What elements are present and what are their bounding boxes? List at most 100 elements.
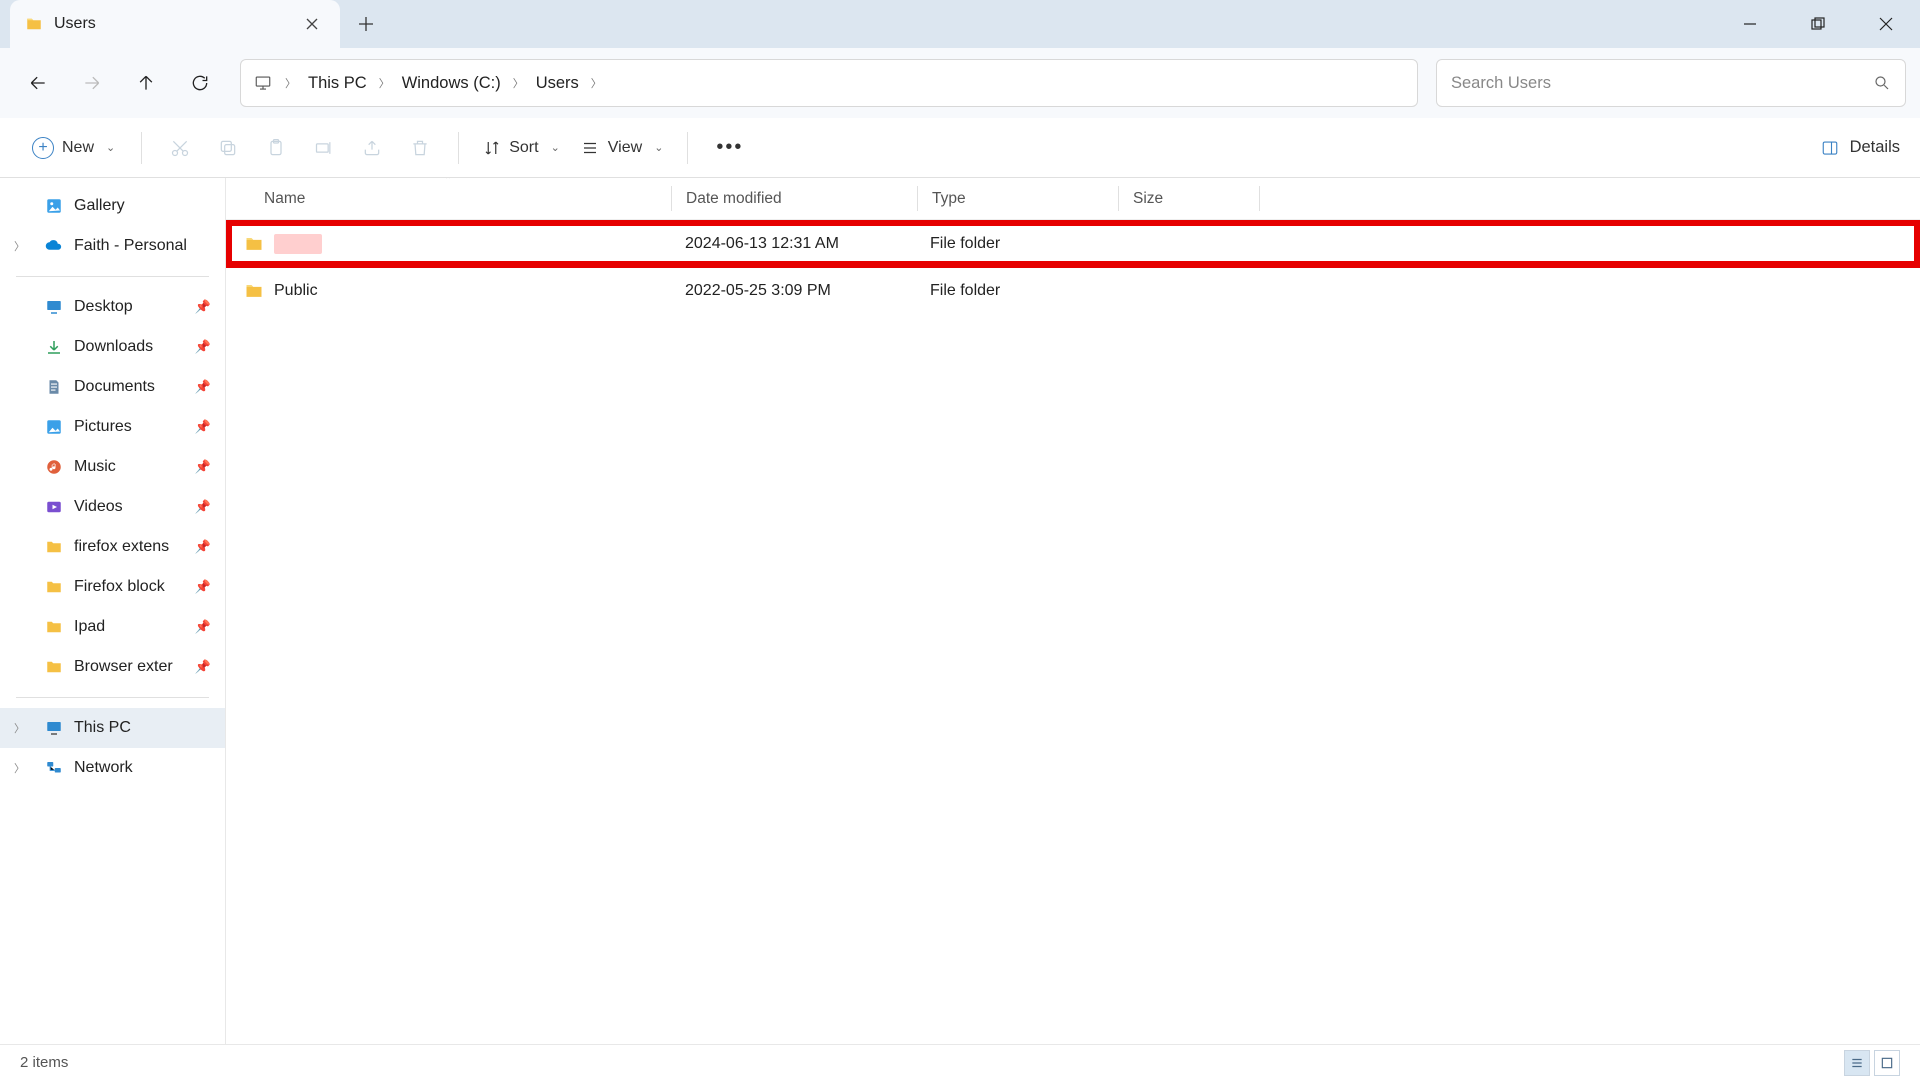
sidebar-item-label: Faith - Personal — [74, 237, 187, 255]
view-button[interactable]: View ⌄ — [570, 131, 674, 165]
folder-icon — [44, 537, 64, 557]
chevron-right-icon[interactable]: 〉 — [279, 75, 302, 91]
sidebar-item-music[interactable]: Music 📌 — [0, 447, 225, 487]
search-icon[interactable] — [1873, 74, 1891, 92]
sidebar-item-folder[interactable]: Firefox block 📌 — [0, 567, 225, 607]
sidebar-item-desktop[interactable]: Desktop 📌 — [0, 287, 225, 327]
view-label: View — [608, 139, 642, 157]
thumbnails-view-button[interactable] — [1874, 1050, 1900, 1076]
file-list-area: Name ⌃ Date modified Type Size 2024-06-1 — [226, 178, 1920, 1044]
chevron-right-icon[interactable]: 〉 — [585, 75, 608, 91]
breadcrumb-this-pc[interactable]: This PC — [302, 74, 373, 93]
file-row[interactable]: Public 2022-05-25 3:09 PM File folder — [226, 267, 1920, 314]
column-header-size[interactable]: Size — [1119, 178, 1259, 219]
folder-icon — [44, 577, 64, 597]
back-button[interactable] — [14, 59, 62, 107]
pin-icon: 📌 — [195, 459, 211, 475]
sidebar-item-downloads[interactable]: Downloads 📌 — [0, 327, 225, 367]
pin-icon: 📌 — [195, 539, 211, 555]
file-row[interactable]: 2024-06-13 12:31 AM File folder — [226, 220, 1920, 267]
body: Gallery 〉 Faith - Personal Desktop 📌 Dow… — [0, 178, 1920, 1044]
chevron-right-icon[interactable]: 〉 — [14, 760, 25, 776]
plus-circle-icon: + — [32, 137, 54, 159]
close-tab-button[interactable] — [302, 14, 322, 34]
videos-icon — [44, 497, 64, 517]
chevron-right-icon[interactable]: 〉 — [507, 75, 530, 91]
folder-icon — [24, 14, 44, 34]
status-bar: 2 items — [0, 1044, 1920, 1080]
details-view-button[interactable] — [1844, 1050, 1870, 1076]
folder-icon — [244, 281, 264, 301]
file-name-redacted — [274, 234, 322, 254]
file-size — [1116, 220, 1256, 267]
file-date: 2024-06-13 12:31 AM — [671, 220, 916, 267]
new-tab-button[interactable] — [358, 16, 374, 32]
downloads-icon — [44, 337, 64, 357]
sidebar-item-videos[interactable]: Videos 📌 — [0, 487, 225, 527]
chevron-down-icon: ⌄ — [650, 141, 663, 154]
file-name: Public — [274, 282, 318, 300]
sidebar-item-folder[interactable]: Browser exter 📌 — [0, 647, 225, 687]
pin-icon: 📌 — [195, 339, 211, 355]
navigation-pane[interactable]: Gallery 〉 Faith - Personal Desktop 📌 Dow… — [0, 178, 226, 1044]
more-button[interactable]: ••• — [702, 128, 757, 167]
column-header-date[interactable]: Date modified — [672, 178, 917, 219]
titlebar: Users — [0, 0, 1920, 48]
refresh-button[interactable] — [176, 59, 224, 107]
chevron-right-icon[interactable]: 〉 — [14, 720, 25, 736]
file-type: File folder — [916, 220, 1116, 267]
minimize-button[interactable] — [1716, 0, 1784, 48]
chevron-right-icon[interactable]: 〉 — [373, 75, 396, 91]
pictures-icon — [44, 417, 64, 437]
sidebar-item-label: Music — [74, 458, 116, 476]
sidebar-item-folder[interactable]: Ipad 📌 — [0, 607, 225, 647]
navbar: 〉 This PC 〉 Windows (C:) 〉 Users 〉 — [0, 48, 1920, 118]
paste-button[interactable] — [252, 128, 300, 168]
sidebar-item-network[interactable]: 〉 Network — [0, 748, 225, 788]
sidebar-item-this-pc[interactable]: 〉 This PC — [0, 708, 225, 748]
sidebar-item-documents[interactable]: Documents 📌 — [0, 367, 225, 407]
command-bar: + New ⌄ Sort ⌄ View ⌄ ••• Details — [0, 118, 1920, 178]
copy-button[interactable] — [204, 128, 252, 168]
sidebar-item-folder[interactable]: firefox extens 📌 — [0, 527, 225, 567]
status-text: 2 items — [20, 1054, 68, 1071]
share-button[interactable] — [348, 128, 396, 168]
pin-icon: 📌 — [195, 579, 211, 595]
new-label: New — [62, 139, 94, 157]
sort-button[interactable]: Sort ⌄ — [473, 131, 570, 165]
details-pane-button[interactable]: Details — [1820, 138, 1900, 157]
new-button[interactable]: + New ⌄ — [20, 129, 127, 167]
pin-icon: 📌 — [195, 659, 211, 675]
details-label: Details — [1850, 138, 1900, 157]
close-window-button[interactable] — [1852, 0, 1920, 48]
column-header-name[interactable]: Name ⌃ — [226, 178, 671, 219]
up-button[interactable] — [122, 59, 170, 107]
maximize-button[interactable] — [1784, 0, 1852, 48]
column-header-type[interactable]: Type — [918, 178, 1118, 219]
pin-icon: 📌 — [195, 499, 211, 515]
sort-ascending-icon: ⌃ — [444, 178, 452, 186]
sidebar-item-onedrive[interactable]: 〉 Faith - Personal — [0, 226, 225, 266]
sidebar-item-pictures[interactable]: Pictures 📌 — [0, 407, 225, 447]
pin-icon: 📌 — [195, 619, 211, 635]
details-pane-icon — [1820, 139, 1840, 157]
breadcrumb-drive[interactable]: Windows (C:) — [396, 74, 507, 93]
forward-button[interactable] — [68, 59, 116, 107]
search-box[interactable] — [1436, 59, 1906, 107]
file-size — [1116, 267, 1256, 314]
sidebar-item-label: Ipad — [74, 618, 105, 636]
search-input[interactable] — [1451, 74, 1873, 93]
tab-users[interactable]: Users — [10, 0, 340, 48]
address-bar[interactable]: 〉 This PC 〉 Windows (C:) 〉 Users 〉 — [240, 59, 1418, 107]
pin-icon: 📌 — [195, 299, 211, 315]
chevron-right-icon[interactable]: 〉 — [14, 238, 25, 254]
delete-button[interactable] — [396, 128, 444, 168]
sidebar-item-label: Desktop — [74, 298, 133, 316]
window-controls — [1716, 0, 1920, 48]
rename-button[interactable] — [300, 128, 348, 168]
network-icon — [44, 758, 64, 778]
cut-button[interactable] — [156, 128, 204, 168]
tab-title: Users — [54, 15, 96, 33]
sidebar-item-gallery[interactable]: Gallery — [0, 186, 225, 226]
breadcrumb-users[interactable]: Users — [530, 74, 585, 93]
